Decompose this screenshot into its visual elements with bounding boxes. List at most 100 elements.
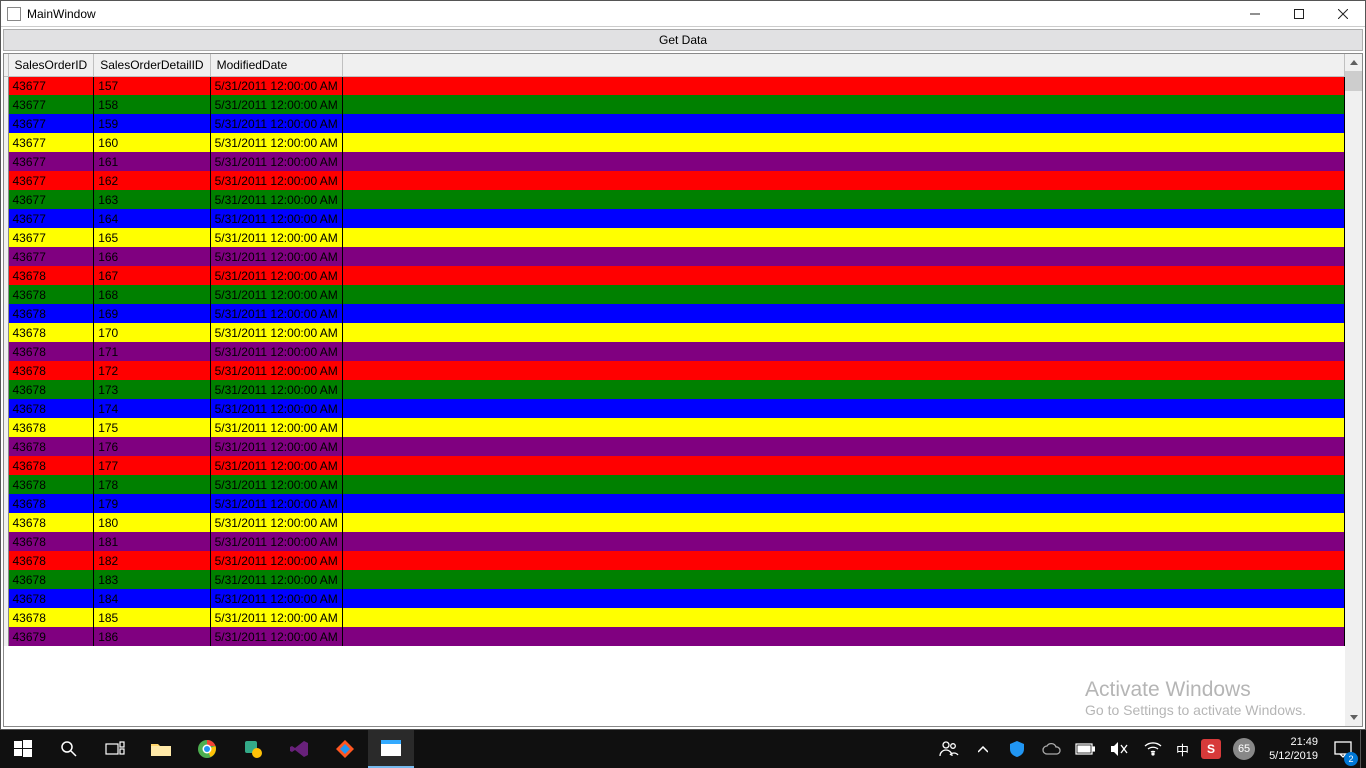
cell[interactable]: 173 [94,380,210,399]
cell[interactable]: 43677 [8,114,94,133]
table-row[interactable]: 436781845/31/2011 12:00:00 AM [4,589,1345,608]
cell[interactable]: 163 [94,190,210,209]
table-row[interactable]: 436771655/31/2011 12:00:00 AM [4,228,1345,247]
table-row[interactable]: 436781815/31/2011 12:00:00 AM [4,532,1345,551]
table-row[interactable]: 436781765/31/2011 12:00:00 AM [4,437,1345,456]
cell[interactable]: 43678 [8,570,94,589]
cell[interactable]: 43677 [8,171,94,190]
cell[interactable]: 5/31/2011 12:00:00 AM [210,209,342,228]
task-view-button[interactable] [92,730,138,768]
cell[interactable]: 5/31/2011 12:00:00 AM [210,418,342,437]
cell[interactable]: 5/31/2011 12:00:00 AM [210,570,342,589]
table-row[interactable]: 436771575/31/2011 12:00:00 AM [4,76,1345,95]
get-data-button[interactable]: Get Data [3,29,1363,51]
table-row[interactable]: 436771665/31/2011 12:00:00 AM [4,247,1345,266]
cell[interactable]: 169 [94,304,210,323]
cell[interactable]: 43678 [8,266,94,285]
cell[interactable]: 43678 [8,418,94,437]
cell[interactable]: 159 [94,114,210,133]
cell[interactable]: 43677 [8,95,94,114]
table-row[interactable]: 436771605/31/2011 12:00:00 AM [4,133,1345,152]
search-button[interactable] [46,730,92,768]
cell[interactable]: 5/31/2011 12:00:00 AM [210,551,342,570]
cell[interactable]: 5/31/2011 12:00:00 AM [210,532,342,551]
cell[interactable]: 5/31/2011 12:00:00 AM [210,380,342,399]
cell[interactable]: 5/31/2011 12:00:00 AM [210,266,342,285]
start-button[interactable] [0,730,46,768]
cell[interactable]: 43678 [8,513,94,532]
people-tray[interactable] [932,730,966,768]
file-explorer-taskbar[interactable] [138,730,184,768]
cell[interactable]: 43679 [8,627,94,646]
table-row[interactable]: 436781785/31/2011 12:00:00 AM [4,475,1345,494]
scroll-up-button[interactable] [1345,54,1362,71]
cell[interactable]: 165 [94,228,210,247]
chrome-taskbar[interactable] [184,730,230,768]
cell[interactable]: 43677 [8,190,94,209]
visual-studio-taskbar[interactable] [276,730,322,768]
cell[interactable]: 5/31/2011 12:00:00 AM [210,494,342,513]
table-row[interactable]: 436771585/31/2011 12:00:00 AM [4,95,1345,114]
table-row[interactable]: 436781685/31/2011 12:00:00 AM [4,285,1345,304]
cell[interactable]: 176 [94,437,210,456]
cell[interactable]: 5/31/2011 12:00:00 AM [210,152,342,171]
tray-sogou[interactable]: S [1195,730,1227,768]
cell[interactable]: 43677 [8,133,94,152]
cell[interactable]: 179 [94,494,210,513]
close-button[interactable] [1321,1,1365,27]
cell[interactable]: 166 [94,247,210,266]
cell[interactable]: 43677 [8,209,94,228]
cell[interactable]: 182 [94,551,210,570]
cell[interactable]: 5/31/2011 12:00:00 AM [210,437,342,456]
cell[interactable]: 5/31/2011 12:00:00 AM [210,361,342,380]
table-row[interactable]: 436771635/31/2011 12:00:00 AM [4,190,1345,209]
cell[interactable]: 43677 [8,228,94,247]
cell[interactable]: 5/31/2011 12:00:00 AM [210,76,342,95]
cell[interactable]: 5/31/2011 12:00:00 AM [210,399,342,418]
table-row[interactable]: 436771615/31/2011 12:00:00 AM [4,152,1345,171]
cell[interactable]: 181 [94,532,210,551]
cell[interactable]: 43677 [8,247,94,266]
cell[interactable]: 5/31/2011 12:00:00 AM [210,608,342,627]
column-header-modifieddate[interactable]: ModifiedDate [210,54,342,76]
cell[interactable]: 5/31/2011 12:00:00 AM [210,133,342,152]
column-header-salesorderdetailid[interactable]: SalesOrderDetailID [94,54,210,76]
cell[interactable]: 5/31/2011 12:00:00 AM [210,228,342,247]
table-row[interactable]: 436781835/31/2011 12:00:00 AM [4,570,1345,589]
cell[interactable]: 5/31/2011 12:00:00 AM [210,171,342,190]
cell[interactable]: 167 [94,266,210,285]
maximize-button[interactable] [1277,1,1321,27]
cell[interactable]: 164 [94,209,210,228]
cell[interactable]: 174 [94,399,210,418]
cell[interactable]: 43678 [8,475,94,494]
cell[interactable]: 43678 [8,437,94,456]
cell[interactable]: 160 [94,133,210,152]
cell[interactable]: 43678 [8,304,94,323]
cell[interactable]: 43677 [8,152,94,171]
cell[interactable]: 43678 [8,361,94,380]
table-row[interactable]: 436781705/31/2011 12:00:00 AM [4,323,1345,342]
cell[interactable]: 162 [94,171,210,190]
tray-temp[interactable]: 65 [1227,730,1261,768]
data-grid[interactable]: SalesOrderID SalesOrderDetailID Modified… [3,53,1363,727]
cell[interactable]: 184 [94,589,210,608]
action-center[interactable]: 2 [1326,730,1360,768]
tray-wifi[interactable] [1136,730,1170,768]
cell[interactable]: 180 [94,513,210,532]
tray-ime[interactable]: 中 [1170,730,1195,768]
minimize-button[interactable] [1233,1,1277,27]
tray-volume[interactable] [1102,730,1136,768]
column-header-salesorderid[interactable]: SalesOrderID [8,54,94,76]
table-row[interactable]: 436771645/31/2011 12:00:00 AM [4,209,1345,228]
cell[interactable]: 43678 [8,456,94,475]
cell[interactable]: 186 [94,627,210,646]
app-taskbar-1[interactable] [230,730,276,768]
cell[interactable]: 5/31/2011 12:00:00 AM [210,342,342,361]
cell[interactable]: 5/31/2011 12:00:00 AM [210,627,342,646]
cell[interactable]: 175 [94,418,210,437]
scroll-down-button[interactable] [1345,709,1362,726]
cell[interactable]: 43678 [8,380,94,399]
table-row[interactable]: 436781805/31/2011 12:00:00 AM [4,513,1345,532]
cell[interactable]: 157 [94,76,210,95]
cell[interactable]: 43678 [8,589,94,608]
